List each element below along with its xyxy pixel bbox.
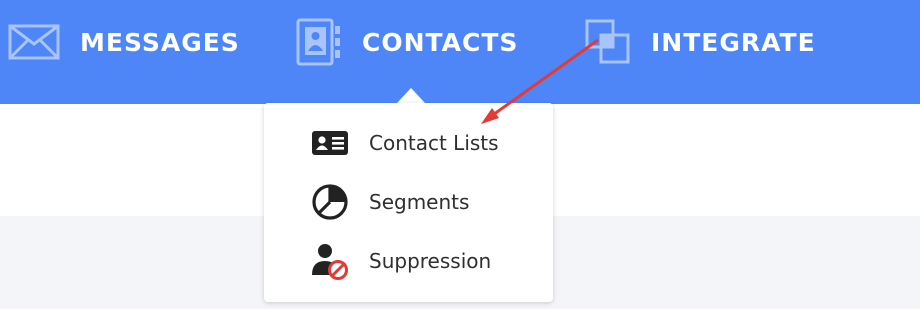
id-card-icon	[312, 131, 348, 155]
top-navbar: MESSAGES CONTACTS INTEGRATE	[0, 0, 920, 104]
nav-messages-label: MESSAGES	[80, 27, 240, 57]
user-blocked-icon	[312, 244, 348, 280]
menu-item-contact-lists[interactable]: Contact Lists	[264, 118, 553, 168]
nav-contacts[interactable]: CONTACTS	[296, 0, 518, 84]
menu-item-label: Segments	[369, 190, 470, 214]
contacts-dropdown-menu: Contact Lists Segments Suppression	[264, 103, 553, 302]
nav-integrate[interactable]: INTEGRATE	[585, 0, 816, 84]
nav-contacts-label: CONTACTS	[362, 27, 519, 57]
address-book-icon	[296, 18, 340, 66]
menu-item-label: Suppression	[369, 249, 492, 273]
nav-messages[interactable]: MESSAGES	[8, 0, 240, 84]
overlapping-squares-icon	[585, 19, 630, 64]
menu-item-segments[interactable]: Segments	[264, 177, 553, 227]
nav-integrate-label: INTEGRATE	[651, 27, 816, 57]
dropdown-caret	[397, 88, 425, 103]
menu-item-label: Contact Lists	[369, 131, 499, 155]
menu-item-suppression[interactable]: Suppression	[264, 236, 553, 286]
envelope-icon	[8, 24, 60, 60]
pie-chart-icon	[312, 184, 348, 220]
